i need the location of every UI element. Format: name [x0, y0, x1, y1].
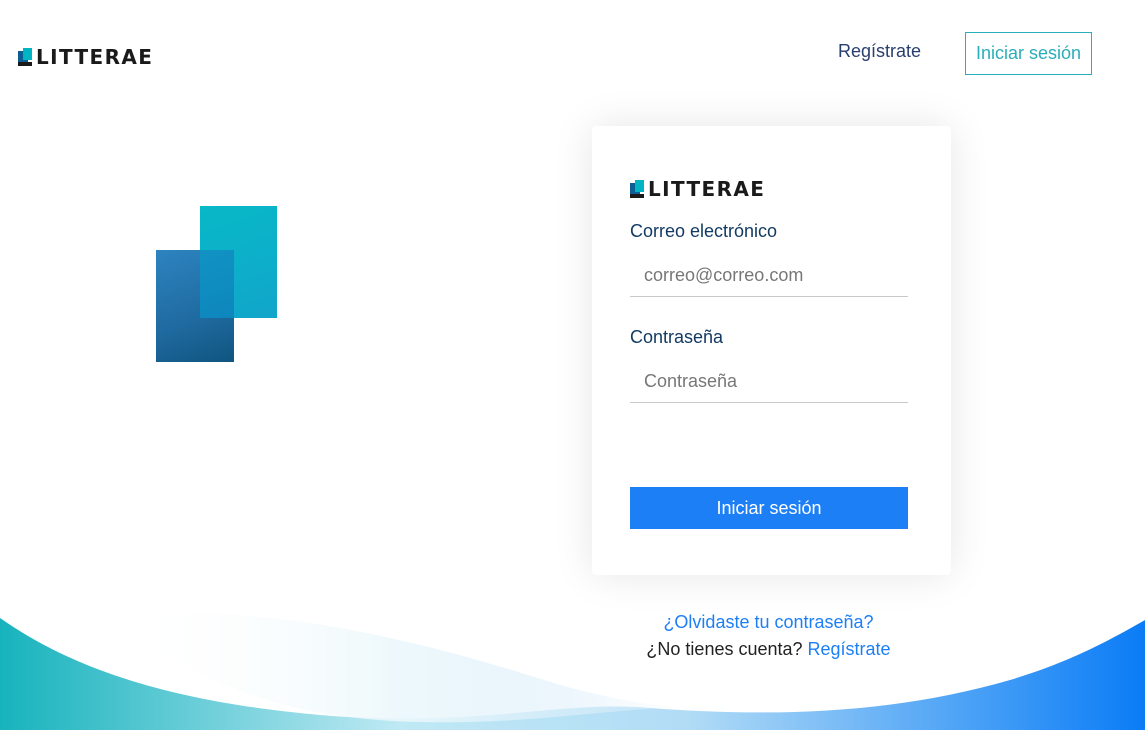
litterae-logo-icon — [630, 180, 645, 198]
header-login-button[interactable]: Iniciar sesión — [965, 32, 1092, 75]
no-account-text: ¿No tienes cuenta? — [646, 639, 803, 659]
litterae-logo-icon — [18, 48, 33, 66]
no-account-row: ¿No tienes cuenta? Regístrate — [592, 639, 945, 660]
logo-text: LITTERAE — [648, 177, 766, 201]
header-logo[interactable]: LITTERAE — [18, 47, 153, 67]
forgot-password-link[interactable]: ¿Olvidaste tu contraseña? — [592, 612, 945, 633]
header-register-link[interactable]: Regístrate — [838, 41, 921, 62]
password-label: Contraseña — [630, 327, 724, 347]
email-label: Correo electrónico — [630, 221, 778, 241]
login-card: LITTERAE Correo electrónico Contraseña I… — [592, 126, 951, 575]
document-stack-illustration — [156, 206, 277, 363]
logo-text: LITTERAE — [36, 45, 154, 69]
login-submit-button[interactable]: Iniciar sesión — [630, 487, 908, 529]
email-field[interactable] — [630, 255, 908, 297]
login-page: LITTERAE Regístrate Iniciar sesión LITTE… — [0, 0, 1145, 730]
card-logo: LITTERAE — [630, 179, 765, 199]
password-field[interactable] — [630, 361, 908, 403]
bottom-wave-decoration — [0, 613, 1145, 730]
illustration-overlap — [200, 250, 234, 318]
register-link[interactable]: Regístrate — [808, 639, 891, 659]
